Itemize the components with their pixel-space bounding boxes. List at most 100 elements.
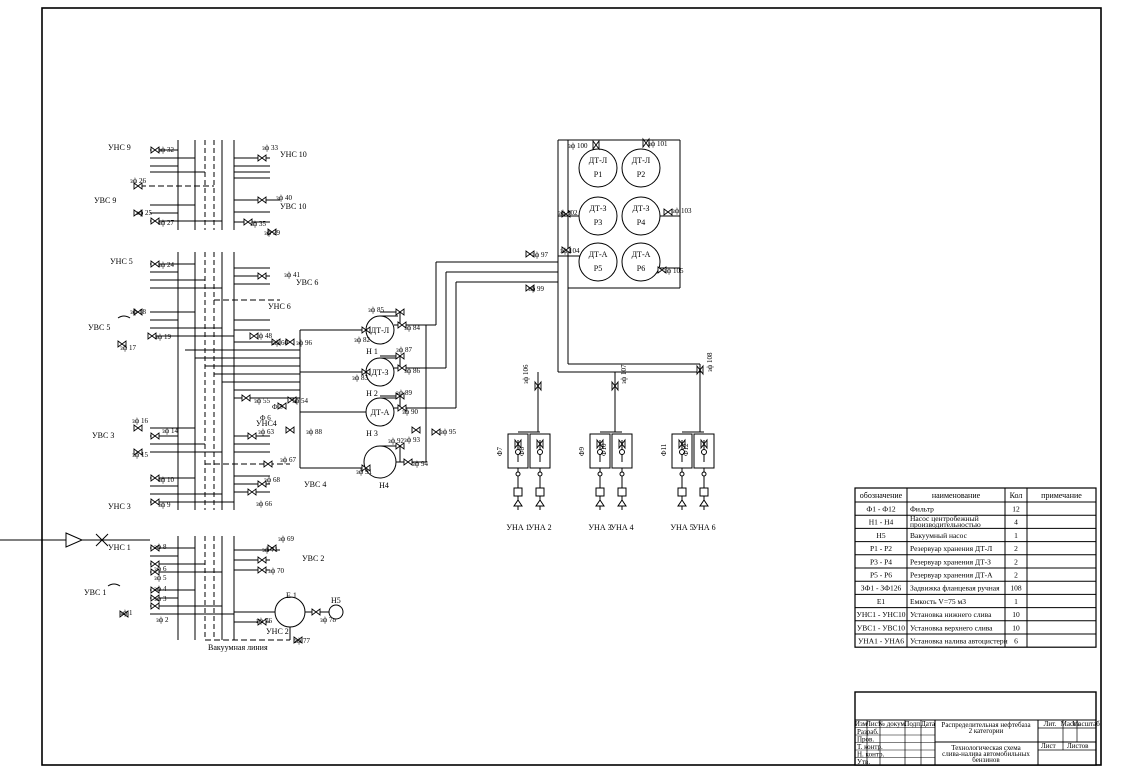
legend-cell: Установка верхнего слива	[910, 623, 993, 632]
title-col-head: № докум.	[878, 720, 907, 728]
valve-label: зф 71	[262, 546, 279, 554]
filter-label: Ф10	[600, 443, 608, 456]
title-sheet: Лист	[1041, 742, 1056, 750]
gate-valve-icon	[257, 196, 267, 204]
storage-tank: ДТ-З Р3	[578, 196, 618, 236]
vacuum-tank-icon	[274, 596, 306, 628]
legend-cell: Резервуар хранения ДТ-Л	[910, 544, 992, 553]
inlet-arrow	[65, 532, 84, 548]
vacuum-tank-label: Е 1	[286, 591, 297, 600]
legend-cell: ЗФ1 - ЗФ126	[861, 584, 902, 593]
filling-unit-label: УНА 5	[670, 523, 693, 532]
pump-code: ДТ-Л	[371, 326, 390, 335]
legend-cell: 1	[1014, 531, 1018, 540]
valve-label: зф 35	[250, 220, 267, 228]
tank-code: ДТ-З	[632, 204, 649, 213]
meter-icon	[535, 487, 545, 497]
filter-label: Ф11	[660, 443, 668, 456]
storage-tank: ДТ-А Р5	[578, 242, 618, 282]
tank-valve-label: зф 101	[648, 140, 668, 148]
filter-label: Ф8	[518, 446, 526, 456]
unit-label: УВС 10	[280, 202, 306, 211]
centrifugal-pump: ДТ-З Н 2	[365, 357, 398, 398]
valve-label: зф 77	[294, 637, 311, 645]
unit-label: УВС 6	[296, 278, 318, 287]
meter-icon	[699, 487, 709, 497]
valve-label: зф 5	[154, 574, 167, 582]
tank-code: ДТ-З	[589, 204, 606, 213]
legend-cell: 2	[1014, 544, 1018, 553]
legend-cell: УВС1 - УВС10	[857, 623, 905, 632]
pump-valve-label: Ф 5	[272, 403, 283, 411]
gate-valve-icon	[257, 154, 267, 162]
pump-valve-label: зф 55	[254, 397, 271, 405]
legend-cell: 12	[1012, 505, 1020, 514]
nozzle-icon	[677, 499, 687, 507]
legend-cell: 2	[1014, 571, 1018, 580]
valve-label: зф 2	[156, 616, 169, 624]
legend-cell: Резервуар хранения ДТ-А	[910, 571, 993, 580]
valve-label: зф 33	[262, 144, 279, 152]
filling-unit-label: УНА 3	[588, 523, 611, 532]
pump-valve-label: зф 89	[396, 389, 413, 397]
legend-cell: Фильтр	[910, 505, 934, 514]
valve-label: зф 17	[120, 344, 137, 352]
gate-valve-icon	[241, 394, 251, 402]
valve-label: зф 67	[280, 456, 297, 464]
nozzle-icon	[595, 499, 605, 507]
pump-valve-label: зф 90	[402, 408, 419, 416]
filling-unit-label: УНА 2	[528, 523, 551, 532]
pump-valve-label: зф 85	[368, 306, 385, 314]
valve-label: зф 40	[276, 194, 293, 202]
valve-label: зф 8	[154, 543, 167, 551]
gate-valve-icon	[247, 488, 257, 496]
unit-label: УНС 5	[110, 257, 133, 266]
valve-label: зф 68	[264, 476, 281, 484]
drawing-frame	[41, 7, 1102, 766]
unit-label: УНС 1	[108, 543, 131, 552]
filling-valve-label: зф 107	[620, 364, 628, 384]
pump-valve-label: зф 87	[396, 346, 413, 354]
pump-valve-label: зф 96	[296, 339, 313, 347]
legend-header: Кол	[1010, 491, 1023, 500]
pump-id: Н4	[379, 481, 389, 490]
tank-id: Р1	[594, 170, 602, 179]
legend-cell: Резервуар хранения ДТ-З	[910, 557, 991, 566]
filling-unit-label: УНА 1	[506, 523, 529, 532]
hose-arc	[117, 315, 131, 319]
tank-code: ДТ-Л	[589, 156, 608, 165]
legend-cell: 10	[1012, 610, 1020, 619]
filling-valve-label: зф 108	[706, 352, 714, 372]
filter-label: Ф7	[496, 446, 504, 456]
tank-id: Р6	[637, 264, 645, 273]
storage-tank: ДТ-Л Р2	[621, 148, 661, 188]
gate-valve-icon	[150, 432, 160, 440]
meter-icon	[617, 487, 627, 497]
gate-valve-icon	[263, 460, 273, 468]
legend-header: примечание	[1041, 491, 1082, 500]
title-col-head: Дата	[921, 720, 936, 728]
filling-unit-label: УНА 6	[692, 523, 715, 532]
pump-valve-label: зф 54	[292, 397, 309, 405]
unit-label: УНС4	[256, 419, 277, 428]
title-sub: бензинов	[972, 756, 1000, 764]
legend-cell: Задвижка фланцевая ручная	[910, 584, 1000, 593]
tank-code: ДТ-А	[589, 250, 608, 259]
legend-cell: Установка налива автоцистерн	[910, 637, 1008, 646]
tank-valve-label: зф 102	[558, 209, 578, 217]
title-right-head: Лит.	[1044, 720, 1057, 728]
unit-label: УВС 2	[302, 554, 324, 563]
valve-label: зф 10	[158, 476, 175, 484]
pump-valve-label: зф 92	[388, 437, 405, 445]
valve-label: зф 66	[256, 500, 273, 508]
valve-label: зф 32	[158, 146, 175, 154]
pump-valve-label: зф 93	[404, 436, 421, 444]
pump-piping	[299, 139, 702, 469]
tank-code: ДТ-Л	[632, 156, 651, 165]
tank-id: Р4	[637, 218, 645, 227]
valve-label: зф 18	[130, 308, 147, 316]
legend-cell: Ф1 - Ф12	[866, 505, 896, 514]
tank-valve-label: зф 99	[528, 285, 545, 293]
pump-valve-label: зф 82	[354, 336, 371, 344]
meter-icon	[595, 487, 605, 497]
